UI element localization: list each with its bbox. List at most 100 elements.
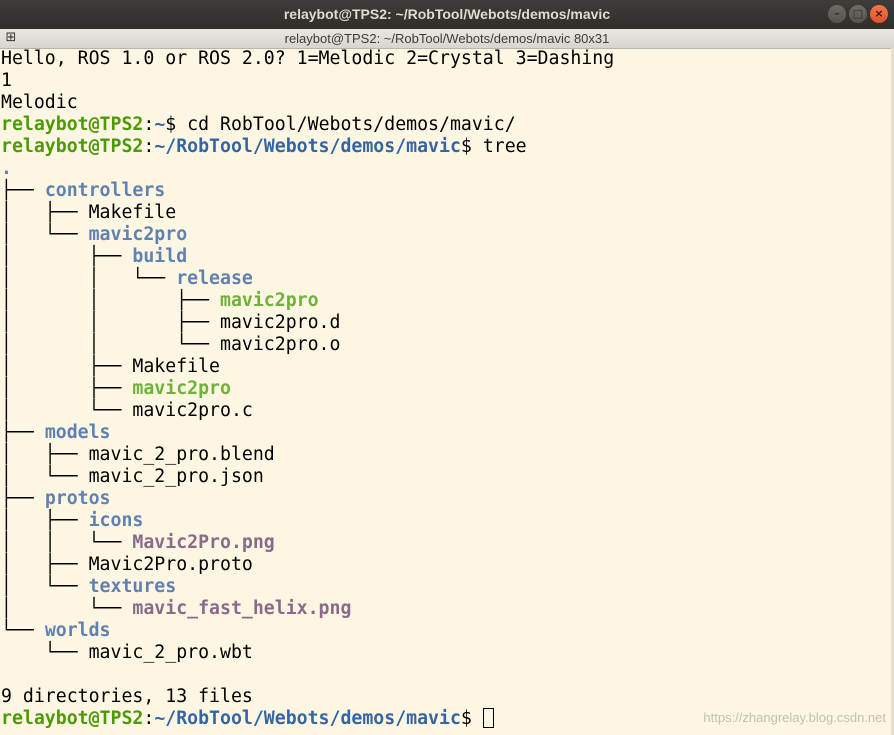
tree-branch: │ ├── xyxy=(1,554,89,575)
tree-directory: protos xyxy=(44,488,111,509)
terminal-window: relaybot@TPS2: ~/RobTool/Webots/demos/ma… xyxy=(0,0,894,735)
terminal-line: └── mavic_2_pro.wbt xyxy=(1,642,891,664)
terminal-text: Mavic2Pro.proto xyxy=(88,554,253,575)
tree-directory: worlds xyxy=(44,620,111,641)
terminal-text: mavic_2_pro.json xyxy=(88,466,264,487)
tree-branch: ├── xyxy=(1,180,45,201)
tree-branch: │ ├── xyxy=(1,510,89,531)
terminal-line: ├── controllers xyxy=(1,180,891,202)
terminal-line: │ ├── mavic2pro xyxy=(1,378,891,400)
terminal-text: $ xyxy=(460,708,483,729)
terminal-line: │ ├── build xyxy=(1,246,891,268)
tree-image-file: Mavic2Pro.png xyxy=(132,532,275,553)
tree-directory: icons xyxy=(88,510,144,531)
terminal-line: relaybot@TPS2:~$ cd RobTool/Webots/demos… xyxy=(1,114,891,136)
terminal-text: mavic_2_pro.blend xyxy=(88,444,275,465)
terminal-text: : xyxy=(143,708,155,729)
terminal-text: mavic2pro.d xyxy=(220,312,341,333)
tree-branch: │ │ ├── xyxy=(1,312,220,333)
terminal-line: │ │ └── mavic2pro.o xyxy=(1,334,891,356)
terminal-line: │ ├── Mavic2Pro.proto xyxy=(1,554,891,576)
terminal-tab-bar[interactable]: ⊞ relaybot@TPS2: ~/RobTool/Webots/demos/… xyxy=(0,29,894,49)
tree-branch: │ │ └── xyxy=(1,334,220,355)
window-titlebar[interactable]: relaybot@TPS2: ~/RobTool/Webots/demos/ma… xyxy=(0,0,894,29)
terminal-text: : xyxy=(143,136,155,157)
close-button[interactable]: × xyxy=(870,5,888,23)
terminal-line: │ └── mavic2pro xyxy=(1,224,891,246)
tree-branch: └── xyxy=(1,620,45,641)
terminal-tab-title: relaybot@TPS2: ~/RobTool/Webots/demos/ma… xyxy=(284,31,610,46)
terminal-text: Melodic xyxy=(1,92,78,113)
tree-branch: │ ├── xyxy=(1,356,133,377)
prompt-user: relaybot@TPS2 xyxy=(1,114,144,135)
tree-executable: mavic2pro xyxy=(220,290,319,311)
terminal-line: └── worlds xyxy=(1,620,891,642)
tree-branch: ├── xyxy=(1,488,45,509)
tree-directory: release xyxy=(176,268,253,289)
terminal-line: relaybot@TPS2:~/RobTool/Webots/demos/mav… xyxy=(1,136,891,158)
terminal-line: . xyxy=(1,158,891,180)
terminal-line: │ │ ├── mavic2pro xyxy=(1,290,891,312)
terminal-text: 9 directories, 13 files xyxy=(1,686,253,707)
terminal-line: Melodic xyxy=(1,92,891,114)
terminal-line: Hello, ROS 1.0 or ROS 2.0? 1=Melodic 2=C… xyxy=(1,48,891,70)
terminal-text: 1 xyxy=(1,70,12,91)
terminal-line: │ │ └── release xyxy=(1,268,891,290)
terminal-cursor[interactable] xyxy=(482,708,494,728)
terminal-line: 1 xyxy=(1,70,891,92)
watermark-text: https://zhangrelay.blog.csdn.net xyxy=(703,710,886,725)
tree-branch: │ └── xyxy=(1,400,133,421)
tree-branch: │ ├── xyxy=(1,202,89,223)
tree-directory: textures xyxy=(88,576,177,597)
terminal-text: mavic2pro.c xyxy=(132,400,253,421)
tree-branch: └── xyxy=(1,642,89,663)
terminal-text: : xyxy=(143,114,155,135)
tree-branch: │ └── xyxy=(1,598,133,619)
terminal-line: │ ├── Makefile xyxy=(1,202,891,224)
tree-branch: │ │ ├── xyxy=(1,290,220,311)
tree-executable: mavic2pro xyxy=(132,378,231,399)
tree-branch: │ ├── xyxy=(1,444,89,465)
prompt-path: ~ xyxy=(154,114,166,135)
terminal-tab-icon[interactable]: ⊞ xyxy=(4,31,18,45)
window-title: relaybot@TPS2: ~/RobTool/Webots/demos/ma… xyxy=(283,6,611,22)
prompt-path: ~/RobTool/Webots/demos/mavic xyxy=(154,708,461,729)
tree-branch: ├── xyxy=(1,422,45,443)
terminal-line: │ ├── Makefile xyxy=(1,356,891,378)
tree-directory: build xyxy=(132,246,188,267)
terminal-line: │ └── mavic_2_pro.json xyxy=(1,466,891,488)
terminal-line: │ │ ├── mavic2pro.d xyxy=(1,312,891,334)
terminal-line: │ └── textures xyxy=(1,576,891,598)
terminal-line: │ ├── icons xyxy=(1,510,891,532)
tree-branch: │ │ └── xyxy=(1,532,133,553)
tree-branch: │ └── xyxy=(1,466,89,487)
tree-branch: │ └── xyxy=(1,576,89,597)
terminal-text: Hello, ROS 1.0 or ROS 2.0? 1=Melodic 2=C… xyxy=(1,48,615,69)
tree-branch: │ │ └── xyxy=(1,268,177,289)
tree-directory: models xyxy=(44,422,111,443)
tree-directory: . xyxy=(1,158,12,179)
terminal-output[interactable]: Hello, ROS 1.0 or ROS 2.0? 1=Melodic 2=C… xyxy=(1,48,891,735)
terminal-text: mavic2pro.o xyxy=(220,334,341,355)
terminal-text: mavic_2_pro.wbt xyxy=(88,642,253,663)
terminal-text: Makefile xyxy=(132,356,221,377)
maximize-button[interactable]: □ xyxy=(849,5,867,23)
tree-directory: mavic2pro xyxy=(88,224,188,245)
tree-branch: │ ├── xyxy=(1,378,133,399)
terminal-text: $ tree xyxy=(460,136,527,157)
terminal-text: $ cd RobTool/Webots/demos/mavic/ xyxy=(165,114,516,135)
terminal-line: │ └── mavic_fast_helix.png xyxy=(1,598,891,620)
terminal-line: │ │ └── Mavic2Pro.png xyxy=(1,532,891,554)
prompt-user: relaybot@TPS2 xyxy=(1,136,144,157)
terminal-line: 9 directories, 13 files xyxy=(1,686,891,708)
tree-branch: │ └── xyxy=(1,224,89,245)
tree-image-file: mavic_fast_helix.png xyxy=(132,598,352,619)
terminal-line: ├── protos xyxy=(1,488,891,510)
terminal-line: │ ├── mavic_2_pro.blend xyxy=(1,444,891,466)
tree-branch: │ ├── xyxy=(1,246,133,267)
terminal-text: Makefile xyxy=(88,202,177,223)
terminal-line: ├── models xyxy=(1,422,891,444)
minimize-button[interactable]: – xyxy=(828,5,846,23)
tree-directory: controllers xyxy=(44,180,166,201)
